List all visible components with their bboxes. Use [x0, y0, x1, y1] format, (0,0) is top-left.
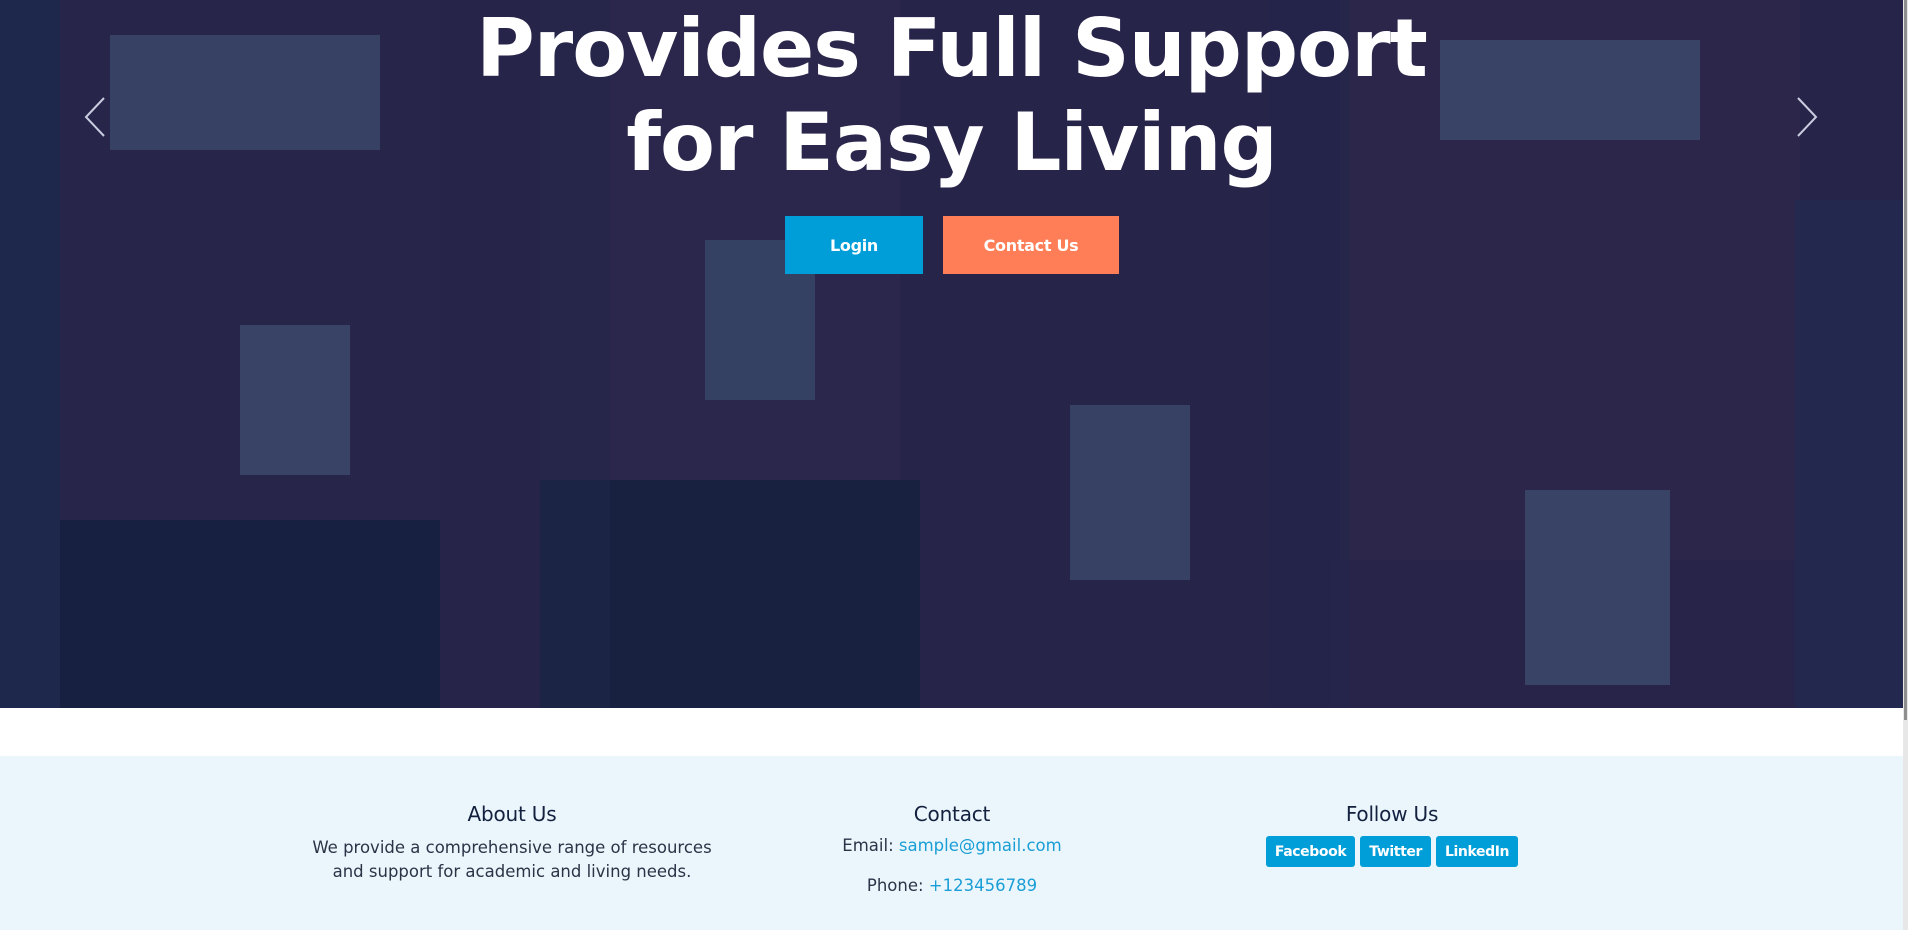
phone-link[interactable]: +123456789: [929, 876, 1037, 895]
about-text: We provide a comprehensive range of reso…: [312, 838, 712, 881]
email-label: Email:: [842, 836, 894, 855]
login-button[interactable]: Login: [785, 216, 923, 274]
footer: About Us We provide a comprehensive rang…: [0, 756, 1903, 930]
hero-title-line-1: Provides Full Support: [476, 2, 1428, 95]
page: Provides Full Support for Easy Living Lo…: [0, 0, 1908, 930]
social-links: Facebook Twitter LinkedIn: [1172, 836, 1612, 867]
facebook-button[interactable]: Facebook: [1265, 836, 1356, 867]
chevron-right-icon: [1797, 97, 1818, 137]
scrollbar-thumb[interactable]: [1904, 0, 1907, 720]
hero-title-line-2: for Easy Living: [626, 96, 1278, 189]
hero-carousel: Provides Full Support for Easy Living Lo…: [0, 0, 1903, 708]
about-heading: About Us: [467, 802, 557, 826]
contact-us-button[interactable]: Contact Us: [943, 216, 1119, 274]
follow-heading: Follow Us: [1345, 802, 1439, 826]
carousel-prev-button[interactable]: [80, 95, 110, 139]
contact-phone-line: Phone: +123456789: [732, 876, 1172, 895]
chevron-left-icon: [84, 97, 105, 137]
twitter-button[interactable]: Twitter: [1360, 836, 1431, 867]
hero-title: Provides Full Support for Easy Living: [0, 2, 1903, 190]
email-link[interactable]: sample@gmail.com: [899, 836, 1062, 855]
phone-label: Phone:: [866, 876, 924, 895]
linkedin-button[interactable]: LinkedIn: [1435, 836, 1519, 867]
contact-email-line: Email: sample@gmail.com: [732, 836, 1172, 855]
contact-heading: Contact: [913, 802, 991, 826]
carousel-next-button[interactable]: [1792, 95, 1822, 139]
